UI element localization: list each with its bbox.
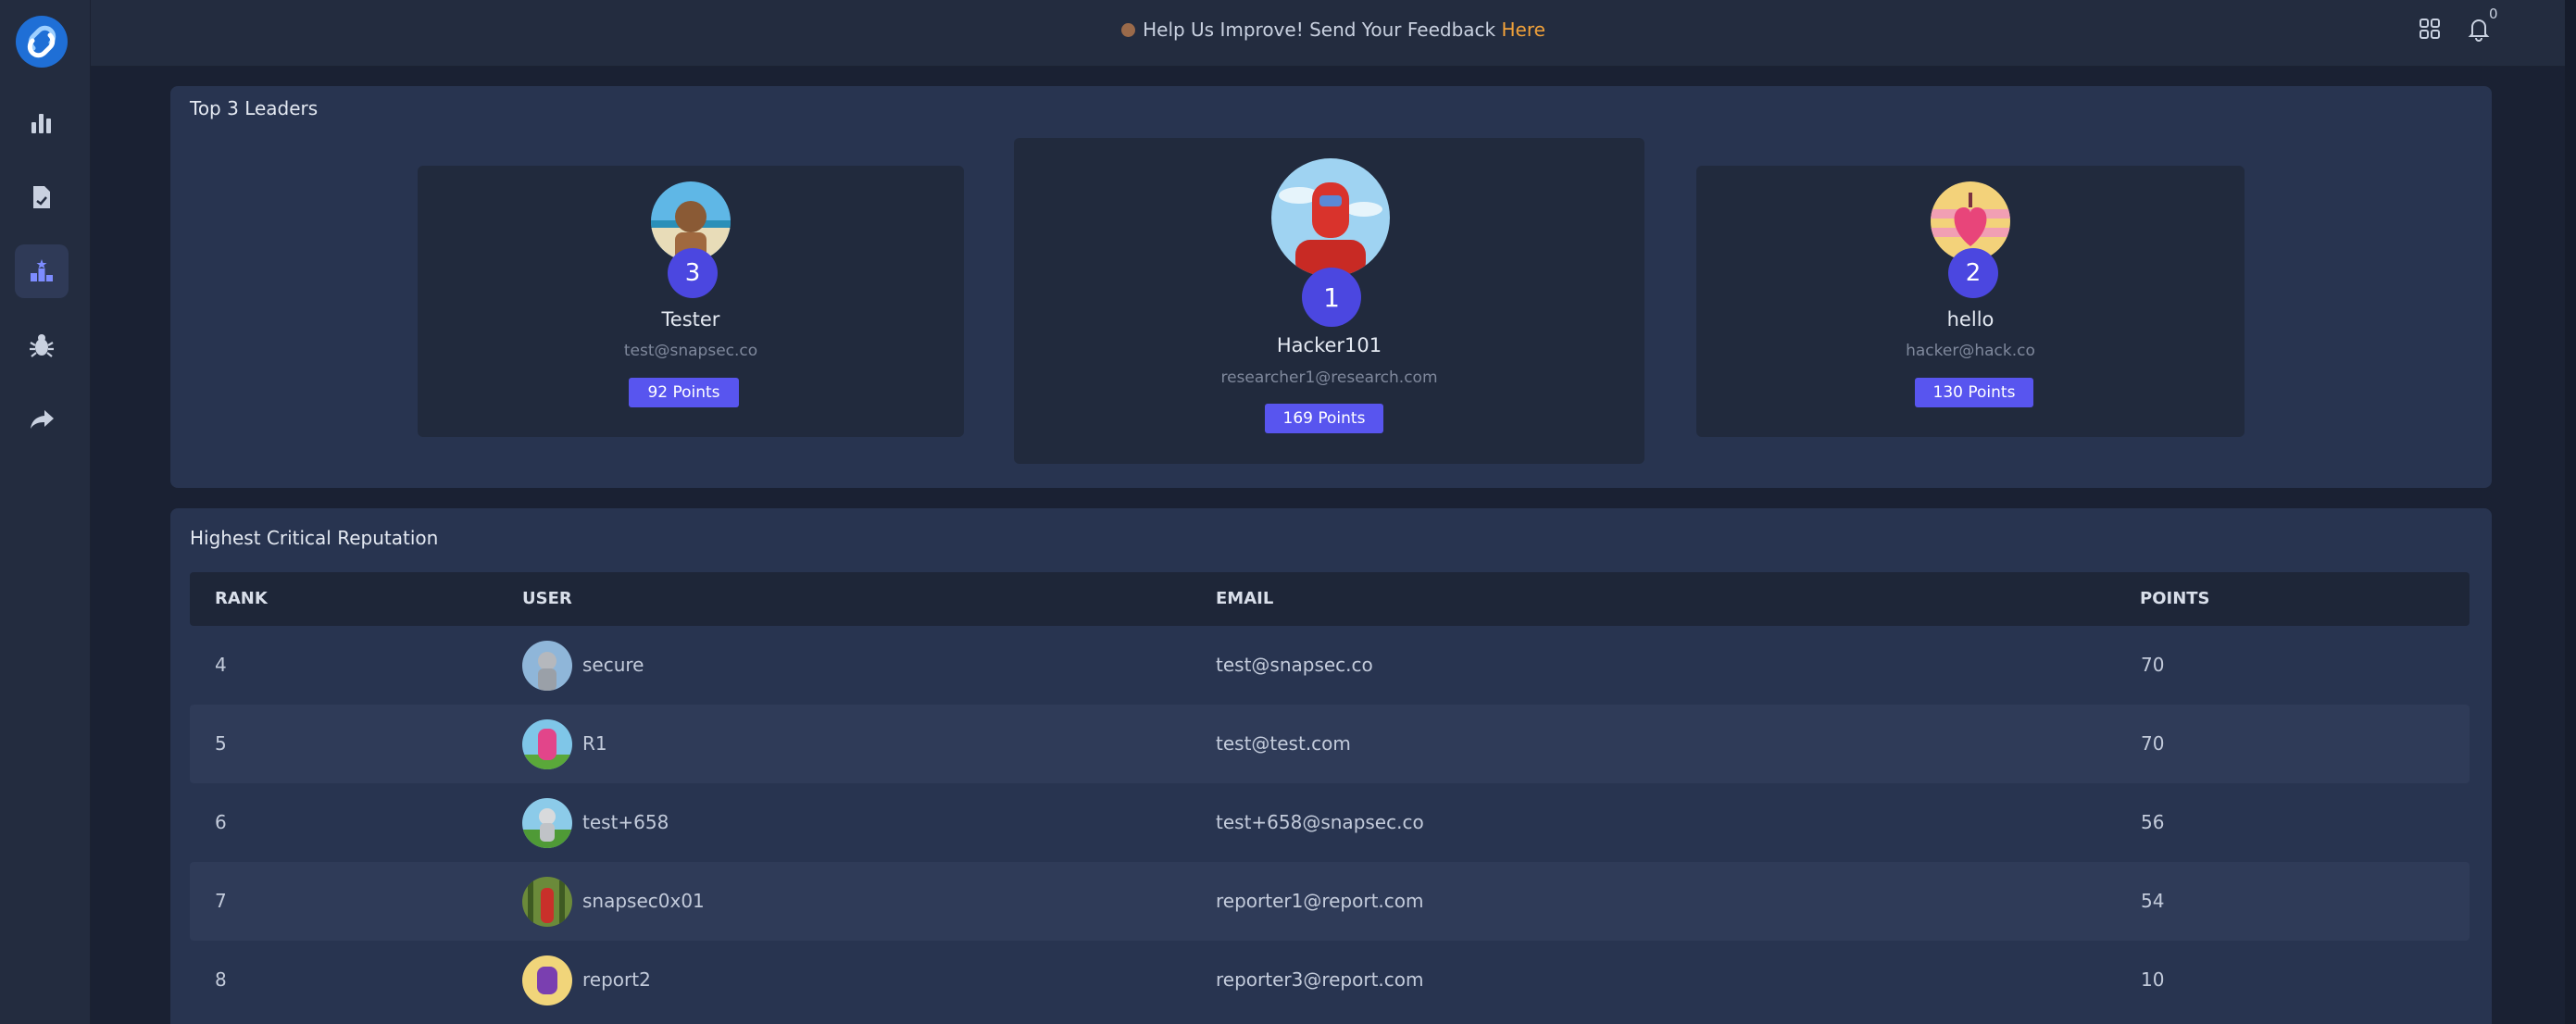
avatar: [522, 955, 572, 1005]
nav-leaderboard[interactable]: [15, 244, 69, 298]
reputation-card: Highest Critical Reputation RANK USER EM…: [170, 508, 2492, 1024]
table-header: RANK USER EMAIL POINTS: [190, 572, 2470, 626]
column-header-email[interactable]: EMAIL: [1216, 589, 1273, 608]
cell-rank: 7: [215, 890, 227, 912]
cell-user: R1: [582, 732, 607, 755]
analytics-icon: [31, 114, 51, 133]
cell-user: report2: [582, 968, 651, 991]
table-row[interactable]: 7 snapsec0x01 reporter1@report.com 54: [190, 862, 2470, 941]
nav-analytics[interactable]: [15, 96, 69, 150]
notification-count: 0: [2489, 6, 2498, 22]
nav-share[interactable]: [15, 393, 69, 446]
cell-points: 70: [2141, 654, 2165, 676]
leader-card-first[interactable]: 1 Hacker101 researcher1@research.com 169…: [1014, 138, 1644, 464]
topbar: Help Us Improve! Send Your Feedback Here: [91, 0, 2576, 67]
avatar: [522, 641, 572, 691]
table-row[interactable]: 8 report2 reporter3@report.com 10: [190, 941, 2470, 1019]
points-badge: 169 Points: [1265, 404, 1383, 433]
column-header-points[interactable]: POINTS: [2140, 589, 2210, 608]
leader-name: hello: [1946, 308, 1995, 331]
cell-rank: 5: [215, 732, 227, 755]
cell-user: test+658: [582, 811, 669, 833]
bug-icon: [30, 334, 54, 357]
rank-badge: 1: [1302, 268, 1361, 327]
cell-rank: 6: [215, 811, 227, 833]
cell-user: secure: [582, 654, 644, 676]
app-logo-icon[interactable]: [13, 13, 70, 70]
top-leaders-card: Top 3 Leaders 3 Tester test@snapsec.co 9…: [170, 86, 2492, 488]
leader-name: Tester: [661, 308, 720, 331]
apps-grid-icon[interactable]: [2416, 15, 2444, 43]
sidebar: [0, 0, 91, 1024]
table-row[interactable]: 5 R1 test@test.com 70: [190, 705, 2470, 783]
table-row[interactable]: 4 secure test@snapsec.co 70: [190, 626, 2470, 705]
page-scrollbar[interactable]: [2565, 0, 2576, 1024]
cell-email: reporter3@report.com: [1216, 968, 1424, 991]
feedback-banner: Help Us Improve! Send Your Feedback Here: [91, 19, 2576, 41]
avatar: [522, 719, 572, 769]
cell-email: test+658@snapsec.co: [1216, 811, 1424, 833]
points-badge: 130 Points: [1915, 378, 2033, 407]
avatar: [1271, 158, 1390, 277]
cell-rank: 4: [215, 654, 227, 676]
feedback-text: Help Us Improve! Send Your Feedback: [1143, 19, 1502, 41]
avatar: [522, 877, 572, 927]
leaderboard-icon: [31, 259, 53, 281]
points-badge: 92 Points: [629, 378, 739, 407]
feedback-dot-icon: [1121, 23, 1136, 37]
avatar: [522, 798, 572, 848]
leader-email: test@snapsec.co: [623, 342, 758, 360]
feedback-link[interactable]: Here: [1501, 19, 1544, 41]
leader-name: Hacker101: [1276, 334, 1382, 356]
reports-icon: [33, 186, 50, 208]
table-row[interactable]: 6 test+658 test+658@snapsec.co 56: [190, 783, 2470, 862]
leader-email: researcher1@research.com: [1220, 368, 1438, 387]
leader-card-third[interactable]: 3 Tester test@snapsec.co 92 Points: [418, 166, 964, 437]
cell-email: test@test.com: [1216, 732, 1351, 755]
column-header-user[interactable]: USER: [522, 589, 572, 608]
cell-email: reporter1@report.com: [1216, 890, 1424, 912]
top-leaders-title: Top 3 Leaders: [190, 97, 319, 119]
share-icon: [31, 410, 54, 429]
nav-reports[interactable]: [15, 170, 69, 224]
cell-points: 56: [2141, 811, 2165, 833]
leader-card-second[interactable]: 2 hello hacker@hack.co 130 Points: [1696, 166, 2245, 437]
cell-points: 54: [2141, 890, 2165, 912]
nav-bugs[interactable]: [15, 318, 69, 372]
cell-points: 70: [2141, 732, 2165, 755]
leader-email: hacker@hack.co: [1906, 342, 2035, 360]
cell-user: snapsec0x01: [582, 890, 705, 912]
cell-email: test@snapsec.co: [1216, 654, 1373, 676]
rank-badge: 2: [1948, 248, 1998, 298]
rank-badge: 3: [668, 248, 718, 298]
reputation-title: Highest Critical Reputation: [190, 527, 439, 549]
column-header-rank[interactable]: RANK: [215, 589, 268, 608]
cell-points: 10: [2141, 968, 2165, 991]
cell-rank: 8: [215, 968, 227, 991]
